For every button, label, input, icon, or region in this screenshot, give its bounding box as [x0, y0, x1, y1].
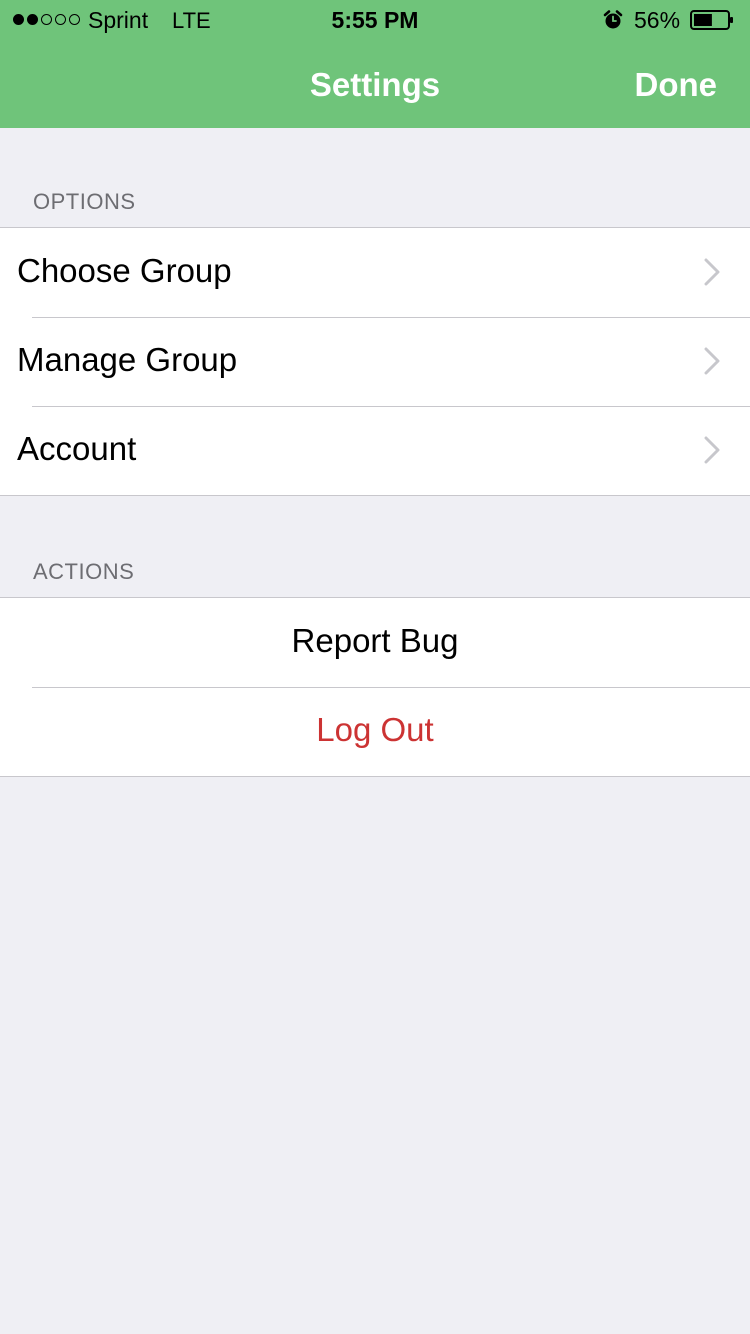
choose-group-label: Choose Group [17, 252, 232, 289]
status-bar: Sprint LTE 5:55 PM 56% [0, 0, 750, 40]
actions-group: Report Bug Log Out [0, 597, 750, 777]
battery-icon [690, 10, 733, 30]
top-bar: Sprint LTE 5:55 PM 56% Settings Done [0, 0, 750, 128]
chevron-right-icon [704, 347, 720, 375]
log-out-label: Log Out [316, 711, 434, 748]
actions-section-header: ACTIONS [33, 559, 135, 584]
alarm-clock-icon [603, 10, 623, 29]
report-bug-label: Report Bug [291, 622, 459, 659]
chevron-right-icon [704, 436, 720, 464]
manage-group-row[interactable]: Manage Group [0, 317, 750, 406]
account-row[interactable]: Account [0, 406, 750, 495]
navigation-bar: Settings Done [0, 40, 750, 128]
options-group: Choose Group Manage Group Account [0, 227, 750, 496]
choose-group-row[interactable]: Choose Group [0, 228, 750, 317]
report-bug-button[interactable]: Report Bug [0, 598, 750, 687]
log-out-button[interactable]: Log Out [0, 687, 750, 776]
chevron-right-icon [704, 258, 720, 286]
battery-percent: 56% [634, 7, 681, 33]
manage-group-label: Manage Group [17, 341, 238, 378]
account-label: Account [17, 430, 137, 467]
done-button[interactable]: Done [635, 66, 718, 104]
options-section-header: OPTIONS [33, 189, 136, 214]
